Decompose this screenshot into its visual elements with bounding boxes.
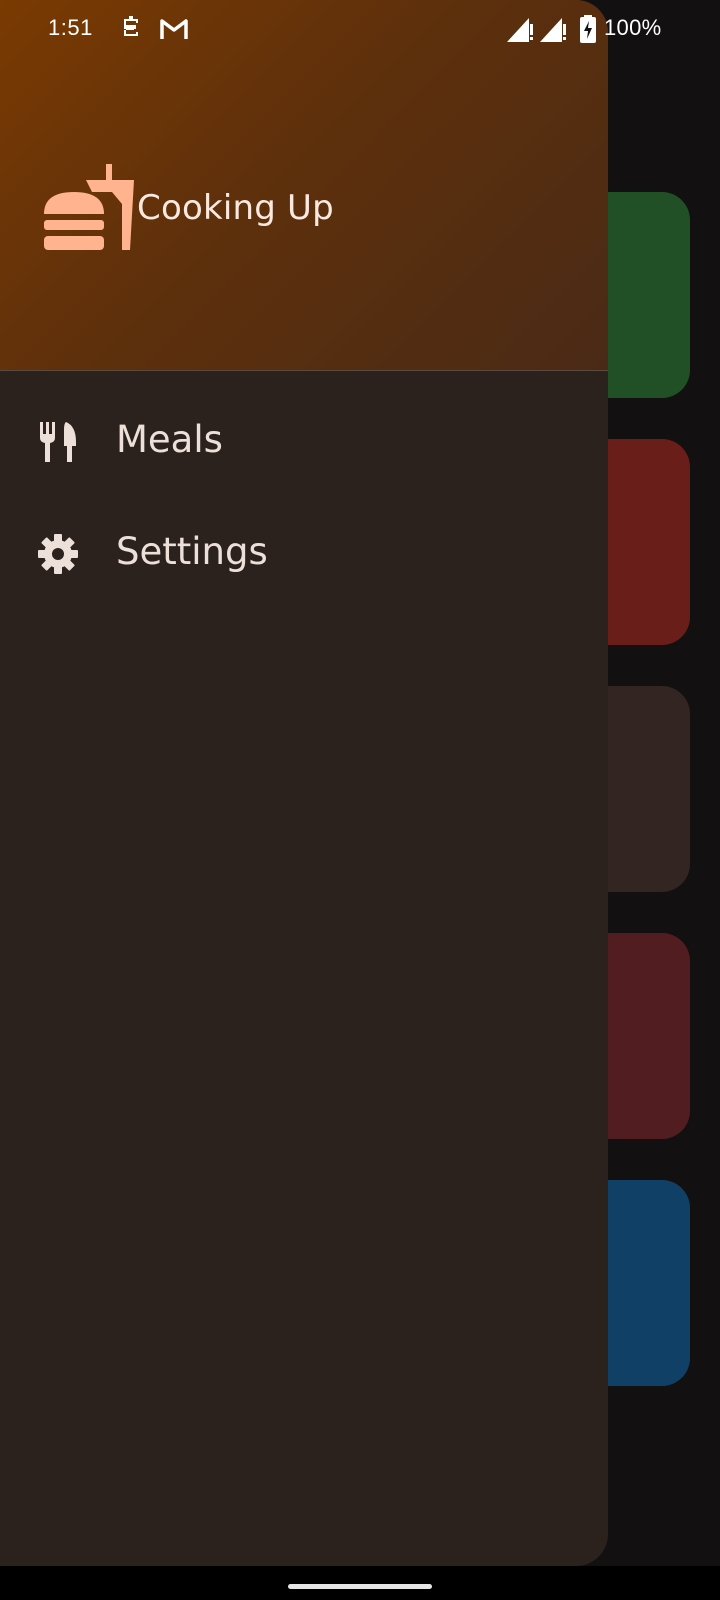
sim-toolkit-icon — [124, 16, 138, 36]
fastfood-icon — [44, 164, 134, 250]
home-gesture-handle[interactable] — [288, 1584, 432, 1589]
restaurant-icon — [40, 422, 76, 462]
nav-item-meals[interactable]: Meals — [0, 392, 608, 492]
nav-item-label: Meals — [116, 418, 223, 461]
nav-item-settings[interactable]: Settings — [0, 504, 608, 604]
status-time: 1:51 — [48, 15, 93, 40]
gear-icon — [38, 534, 78, 574]
signal-icon — [507, 18, 533, 42]
navigation-drawer: Cooking Up Meals Settings — [0, 0, 608, 1566]
nav-item-label: Settings — [116, 530, 268, 573]
app-title: Cooking Up — [137, 188, 334, 228]
gmail-icon — [160, 19, 188, 39]
signal-icon — [540, 18, 566, 42]
battery-charging-icon — [580, 15, 596, 43]
status-bar: 1:51 100% — [0, 0, 720, 56]
system-navigation-bar — [0, 1566, 720, 1600]
battery-percentage: 100% — [604, 15, 662, 40]
